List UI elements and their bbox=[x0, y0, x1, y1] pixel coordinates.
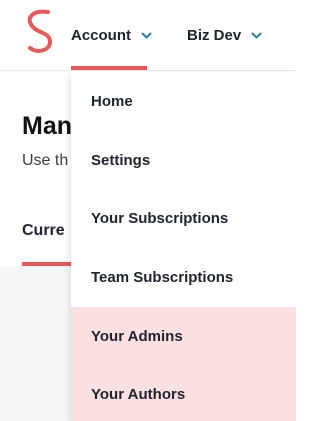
nav-tab-account-label: Account bbox=[71, 27, 131, 44]
menu-item-your-authors[interactable]: Your Authors bbox=[71, 365, 296, 421]
menu-item-settings[interactable]: Settings bbox=[71, 131, 296, 190]
page: Account Biz Dev Man Use th Curre Home Se… bbox=[0, 0, 296, 421]
top-nav-bar: Account Biz Dev bbox=[0, 0, 296, 71]
menu-item-home[interactable]: Home bbox=[71, 72, 296, 131]
menu-item-your-admins[interactable]: Your Admins bbox=[71, 306, 296, 366]
section-tab-current[interactable]: Curre bbox=[22, 222, 65, 240]
nav-tab-account[interactable]: Account bbox=[71, 0, 152, 71]
active-tab-indicator bbox=[71, 66, 147, 70]
s-logo-icon[interactable] bbox=[22, 8, 54, 54]
account-dropdown-menu: Home Settings Your Subscriptions Team Su… bbox=[71, 72, 296, 421]
menu-item-team-subscriptions[interactable]: Team Subscriptions bbox=[71, 248, 296, 307]
chevron-down-icon bbox=[141, 32, 152, 39]
page-title: Man bbox=[22, 112, 72, 140]
nav-tab-biz-dev[interactable]: Biz Dev bbox=[187, 0, 262, 71]
chevron-down-icon bbox=[251, 32, 262, 39]
menu-item-your-subscriptions[interactable]: Your Subscriptions bbox=[71, 189, 296, 248]
page-subtitle: Use th bbox=[22, 152, 69, 169]
nav-tab-biz-dev-label: Biz Dev bbox=[187, 27, 242, 44]
